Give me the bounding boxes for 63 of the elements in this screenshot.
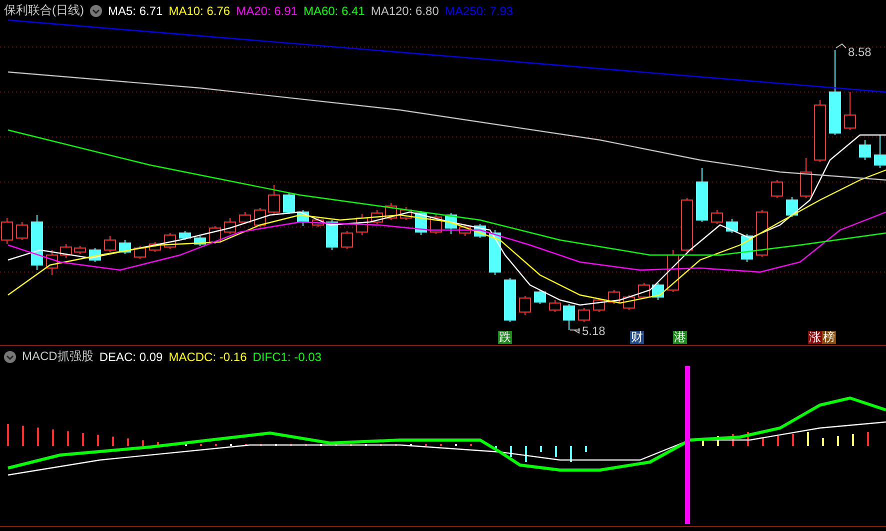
candlestick [874,134,886,168]
candlestick [312,218,324,228]
legend-value: MA250: 7.93 [444,4,513,18]
legend-value: DEAC: 0.09 [99,350,163,364]
candlestick [283,192,295,214]
candlestick [400,206,412,220]
candlestick [60,244,72,258]
candlestick [786,196,798,218]
candlestick [814,100,826,162]
legend-value: MA60: 6.41 [303,4,365,18]
indicator-title: MACD抓强股 [22,348,94,365]
candlestick [239,212,251,224]
signal-tag: 榜 [822,331,836,344]
candlestick [459,224,471,236]
candlestick [224,218,236,234]
dropdown-icon[interactable] [4,350,16,362]
candlestick [326,220,338,250]
legend-value: MA20: 6.91 [236,4,298,18]
candlestick [16,222,28,240]
candlestick [638,282,650,300]
signal-tag: 跌 [498,331,512,344]
candlestick [711,210,723,224]
signal-tag: 港 [673,331,687,344]
candlestick [104,236,116,252]
candlestick [74,246,86,254]
candlestick [179,230,191,240]
candlestick [445,212,457,234]
legend-value: MA120: 6.80 [370,4,439,18]
candlestick [149,242,161,252]
candlestick [504,278,516,322]
candlestick [844,92,856,130]
candlestick [31,214,43,270]
candlestick [726,218,738,234]
candlestick [756,210,768,258]
candlestick [696,168,708,222]
candlestick [194,236,206,246]
dropdown-icon[interactable] [90,4,102,16]
legend-value: MA5: 6.71 [108,4,163,18]
candlestick [119,240,131,254]
candlestick [563,304,575,330]
candlestick [800,158,812,198]
candlestick [46,250,58,276]
candlestick [297,210,309,226]
candlestick [356,214,368,236]
legend-value: MA10: 6.76 [168,4,230,18]
candlestick [341,230,353,250]
candlestick [371,210,383,224]
signal-tag: 涨 [808,331,822,344]
candlestick [859,140,871,160]
signal-tag: 财 [630,331,644,344]
candlestick [268,184,280,214]
low-price-label: 5.18 [570,324,606,338]
legend-value: DIFC1: -0.03 [252,350,322,364]
candlestick [519,296,531,316]
candlestick [549,300,561,312]
candlestick [489,230,501,276]
high-price-label: 8.58 [836,43,872,59]
candlestick [681,198,693,252]
candlestick [534,290,546,304]
legend-value: MACDC: -0.16 [168,350,247,364]
candlestick [578,308,590,322]
candlestick [771,180,783,198]
chart-title: 保利联合(日线) [4,2,84,19]
